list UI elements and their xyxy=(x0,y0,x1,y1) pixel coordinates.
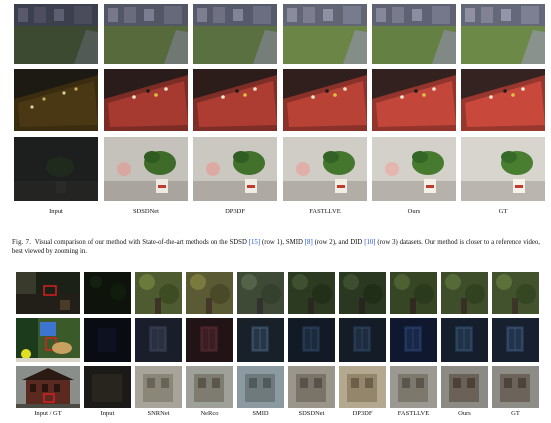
bottom-r2-input xyxy=(84,318,131,362)
bottom-r2-smid xyxy=(237,318,284,362)
bottom-r1-fastllve xyxy=(390,272,437,314)
top-r1-dp3df xyxy=(193,4,277,64)
top-r1-input xyxy=(14,4,98,64)
bottom-col-label: SDSDNet xyxy=(298,410,325,417)
top-r1-sdsdnet xyxy=(104,4,188,64)
top-col-label: FASTLLVE xyxy=(309,208,341,215)
bottom-r3-input xyxy=(84,366,131,408)
bottom-col-label: SNRNet xyxy=(147,410,170,417)
bottom-col-label: DP3DF xyxy=(352,410,373,417)
bottom-r3-snrnet xyxy=(135,366,182,408)
top-col-label: DP3DF xyxy=(225,208,245,215)
bottom-r1-dp3df xyxy=(339,272,386,314)
bottom-r1-snrnet xyxy=(135,272,182,314)
bottom-col-label: Input xyxy=(100,410,115,417)
bottom-r3-fastllve xyxy=(390,366,437,408)
top-r3-fastllve xyxy=(283,137,367,201)
bottom-col-label: GT xyxy=(511,410,520,417)
bottom-r1-gt xyxy=(492,272,539,314)
bottom-r2-input-gt xyxy=(16,318,80,362)
top-r3-gt xyxy=(461,137,545,201)
bottom-r3-dp3df xyxy=(339,366,386,408)
bottom-r1-ours xyxy=(441,272,488,314)
bottom-col-label: NeRco xyxy=(200,410,219,417)
top-col-label: GT xyxy=(498,208,508,215)
bottom-r1-smid xyxy=(237,272,284,314)
top-r1-fastllve xyxy=(283,4,367,64)
top-r3-ours xyxy=(372,137,456,201)
bottom-r1-nerco xyxy=(186,272,233,314)
bottom-col-label: Ours xyxy=(458,410,471,417)
top-r2-dp3df xyxy=(193,69,277,131)
bottom-col-label: Input / GT xyxy=(34,410,62,417)
bottom-r1-input-gt xyxy=(16,272,80,314)
caption-text: (row 1), SMID xyxy=(260,239,305,246)
bottom-r1-input xyxy=(84,272,131,314)
bottom-r2-gt xyxy=(492,318,539,362)
bottom-r2-nerco xyxy=(186,318,233,362)
bottom-r3-ours xyxy=(441,366,488,408)
top-r3-sdsdnet xyxy=(104,137,188,201)
citation-link[interactable]: [15] xyxy=(249,239,260,246)
bottom-col-label: SMID xyxy=(252,410,269,417)
bottom-r2-snrnet xyxy=(135,318,182,362)
caption-text: (row 2), and DID xyxy=(312,239,365,246)
bottom-r3-input-gt xyxy=(16,366,80,408)
caption-text: Visual comparison of our method with Sta… xyxy=(34,239,249,246)
bottom-r2-dp3df xyxy=(339,318,386,362)
top-r2-gt xyxy=(461,69,545,131)
figure-caption: Fig. 7. Visual comparison of our method … xyxy=(12,238,540,257)
bottom-r2-fastllve xyxy=(390,318,437,362)
top-col-label: Ours xyxy=(407,208,421,215)
bottom-r3-nerco xyxy=(186,366,233,408)
top-r2-ours xyxy=(372,69,456,131)
top-r2-fastllve xyxy=(283,69,367,131)
top-r1-ours xyxy=(372,4,456,64)
top-col-label: Input xyxy=(49,208,63,215)
bottom-r3-smid xyxy=(237,366,284,408)
figure-number: Fig. 7. xyxy=(12,239,32,246)
top-r3-dp3df xyxy=(193,137,277,201)
top-r2-sdsdnet xyxy=(104,69,188,131)
bottom-r3-sdsdnet xyxy=(288,366,335,408)
bottom-col-label: FASTLLVE xyxy=(397,410,430,417)
top-r1-gt xyxy=(461,4,545,64)
top-r2-input xyxy=(14,69,98,131)
bottom-r1-sdsdnet xyxy=(288,272,335,314)
bottom-r2-sdsdnet xyxy=(288,318,335,362)
bottom-r2-ours xyxy=(441,318,488,362)
top-r3-input xyxy=(14,137,98,201)
top-col-label: SDSDNet xyxy=(132,208,159,215)
citation-link[interactable]: [10] xyxy=(364,239,375,246)
bottom-r3-gt xyxy=(492,366,539,408)
citation-link[interactable]: [8] xyxy=(305,239,313,246)
